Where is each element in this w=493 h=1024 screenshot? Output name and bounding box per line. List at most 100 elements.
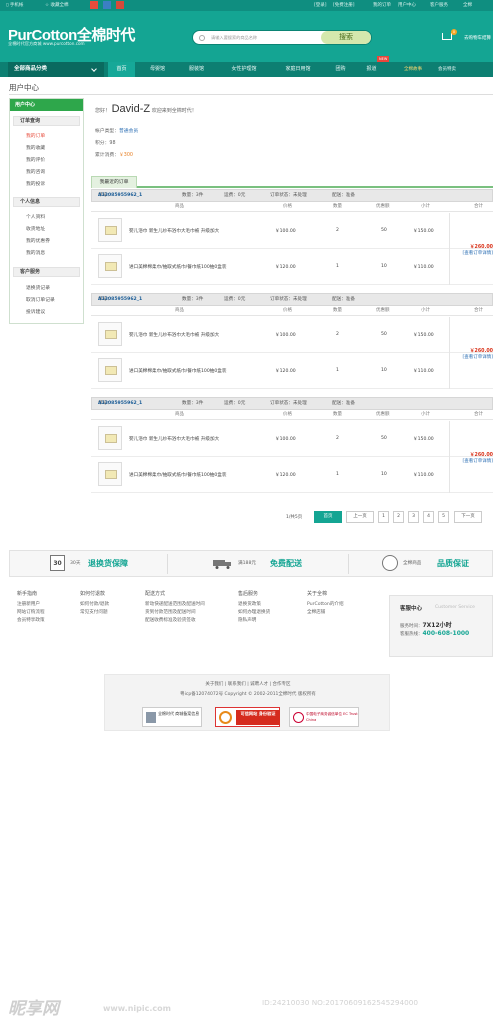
nav-item-women-care[interactable]: 女性护理馆: [220, 62, 268, 77]
col-subtotal: 小计: [421, 204, 430, 209]
mobile-link[interactable]: ▯ 手机帐: [6, 0, 23, 11]
product-name[interactable]: 婴儿浴巾 新生儿纱布浴巾大毛巾被 升级加大: [129, 332, 219, 338]
page-button-2[interactable]: 2: [393, 511, 404, 523]
footer-link[interactable]: 货到付款范围及配送时间: [145, 609, 205, 617]
footer-link[interactable]: 常见支付问题: [80, 609, 109, 617]
product-discount: 10: [381, 368, 387, 373]
ec-trust-icon: [293, 712, 304, 723]
divider: [9, 94, 493, 95]
product-thumbnail[interactable]: [98, 358, 122, 382]
login-link[interactable]: [登录]: [314, 0, 327, 11]
footer-link[interactable]: 如何办理退换货: [238, 609, 270, 617]
nav-item-member-sale[interactable]: 会员特卖: [432, 62, 462, 77]
product-image: [105, 330, 117, 339]
product-name[interactable]: 进口美棉棉柔巾/抽取式纸巾/餐巾纸100抽0盒装: [129, 472, 226, 478]
footer-link[interactable]: 配送收费标准及验货签收: [145, 617, 205, 625]
all-categories-menu[interactable]: 全部商品分类: [8, 62, 104, 77]
first-page-button[interactable]: 首页: [314, 511, 342, 523]
sidebar-item-favorites[interactable]: 我的收藏: [26, 144, 45, 151]
ec-trust-badge[interactable]: 中国电子商务诚信单位 EC Trust China: [289, 707, 359, 727]
page-button-5[interactable]: 5: [438, 511, 449, 523]
product-thumbnail[interactable]: [98, 254, 122, 278]
trusted-site-badge[interactable]: 可信网站 身份验证: [215, 707, 280, 727]
sidebar-item-inquiries[interactable]: 我的咨询: [26, 168, 45, 175]
page-button-1[interactable]: 1: [378, 511, 389, 523]
col-total: 合计: [474, 308, 483, 313]
page-button-3[interactable]: 3: [408, 511, 419, 523]
qq-icon[interactable]: [103, 1, 111, 9]
sidebar-item-messages[interactable]: 我的消息: [26, 249, 45, 256]
my-orders-link[interactable]: 我的订单: [373, 0, 391, 11]
nav-item-clothing[interactable]: 服装馆: [180, 62, 213, 77]
order-detail-link[interactable]: [查看订单详情]: [449, 458, 493, 464]
prev-page-button[interactable]: 上一页: [346, 511, 374, 523]
product-name[interactable]: 进口美棉棉柔巾/抽取式纸巾/餐巾纸100抽0盒装: [129, 264, 226, 270]
sidebar-item-profile[interactable]: 个人资料: [26, 213, 45, 220]
product-name[interactable]: 婴儿浴巾 新生儿纱布浴巾大毛巾被 升级加大: [129, 228, 219, 234]
cart[interactable]: 0 去购物车结算: [442, 29, 493, 47]
order-no-link[interactable]: A13085955962_1: [98, 398, 142, 410]
sidebar-item-reviews[interactable]: 我的评价: [26, 156, 45, 163]
nav-item-home[interactable]: 首页: [108, 62, 135, 77]
nav-item-group-buy[interactable]: 团购: [328, 62, 353, 77]
product-name[interactable]: 进口美棉棉柔巾/抽取式纸巾/餐巾纸100抽0盒装: [129, 368, 226, 374]
nav-item-story[interactable]: 全棉故事: [396, 62, 430, 77]
service-strip: 30 30天 退换货保障 满188元 免费配送 全棉商品 品质保证: [9, 550, 493, 577]
nav-item-home-goods[interactable]: 家庭日用馆: [274, 62, 322, 77]
sidebar-item-suggestions[interactable]: 投诉建议: [26, 308, 45, 315]
footer-link[interactable]: PurCotton的介绍: [307, 601, 344, 609]
footer-link[interactable]: 退换货政策: [238, 601, 270, 609]
footer-link[interactable]: 注册新用户: [17, 601, 45, 609]
order-block: 单号： A13085955962_1 数量：3件 运费：0元 订单状态：未处理 配送：准备…: [91, 397, 493, 493]
chevron-down-icon: [91, 66, 97, 72]
cart-label[interactable]: 去购物车结算: [464, 35, 491, 41]
footer-link[interactable]: 全棉店铺: [307, 609, 344, 617]
ec-trust-badge-text: 中国电子商务诚信单位 EC Trust China: [306, 712, 358, 722]
bottom-links[interactable]: 关于我们 | 联系我们 | 诚聘人才 | 合作专区: [105, 681, 391, 687]
footer-link[interactable]: 会员特享政策: [17, 617, 45, 625]
sidebar-item-my-orders[interactable]: 我的订单: [26, 132, 45, 139]
product-name[interactable]: 婴儿浴巾 新生儿纱布浴巾大毛巾被 升级加大: [129, 436, 219, 442]
product-thumbnail[interactable]: [98, 218, 122, 242]
table-row: 婴儿浴巾 新生儿纱布浴巾大毛巾被 升级加大 ￥100.00 2 50 ￥150.00: [91, 317, 493, 353]
trusted-badge-text: 可信网站 身份验证: [236, 710, 280, 725]
table-row: 进口美棉棉柔巾/抽取式纸巾/餐巾纸100抽0盒装 ￥120.00 1 10 ￥110.0…: [91, 457, 493, 493]
sidebar-item-address[interactable]: 收货地址: [26, 225, 45, 232]
footer-column: 关于全棉 PurCotton的介绍 全棉店铺: [307, 590, 344, 617]
favorite-link[interactable]: ☆ 收藏全棉: [45, 0, 68, 11]
page-button-4[interactable]: 4: [423, 511, 434, 523]
product-subtotal: ￥110.00: [413, 369, 434, 374]
product-thumbnail[interactable]: [98, 462, 122, 486]
footer-link[interactable]: 新动快递配送范围及配送时间: [145, 601, 205, 609]
product-discount: 10: [381, 264, 387, 269]
renren-icon[interactable]: [116, 1, 124, 9]
order-status: 订单状态：未处理: [270, 193, 307, 198]
nav-item-reports[interactable]: 报道: [359, 62, 384, 77]
footer-link[interactable]: 网站订购流程: [17, 609, 45, 617]
product-subtotal: ￥150.00: [413, 437, 434, 442]
customer-service-link[interactable]: 客户服务: [430, 0, 448, 11]
record-badge[interactable]: 全棉时代 商城备案信息: [142, 707, 202, 727]
register-link[interactable]: [免费注册]: [333, 0, 355, 11]
footer-link[interactable]: 如何付款/退款: [80, 601, 109, 609]
footer-link[interactable]: 隐私声明: [238, 617, 270, 625]
order-detail-link[interactable]: [查看订单详情]: [449, 250, 493, 256]
order-no-link[interactable]: A13085955962_1: [98, 294, 142, 306]
nav-item-baby[interactable]: 母婴馆: [141, 62, 174, 77]
search-button[interactable]: 搜索: [321, 31, 371, 44]
more-link[interactable]: 全棉: [463, 0, 472, 11]
user-center-link[interactable]: 用户中心: [398, 0, 416, 11]
quality-icon: [382, 555, 398, 571]
tab-recent-orders[interactable]: 我最近的订单: [91, 176, 137, 188]
next-page-button[interactable]: 下一页: [454, 511, 482, 523]
sidebar-item-cancelled[interactable]: 取消订单记录: [26, 296, 55, 303]
sidebar-item-coupons[interactable]: 我的优惠券: [26, 237, 50, 244]
product-thumbnail[interactable]: [98, 322, 122, 346]
sidebar-item-complaints[interactable]: 我的投诉: [26, 180, 45, 187]
search-input[interactable]: 请输入要搜索的商品名称: [211, 35, 257, 41]
order-no-link[interactable]: A13085955962_1: [98, 190, 142, 202]
weibo-icon[interactable]: [90, 1, 98, 9]
order-detail-link[interactable]: [查看订单详情]: [449, 354, 493, 360]
sidebar-item-returns[interactable]: 退换货记录: [26, 284, 50, 291]
product-thumbnail[interactable]: [98, 426, 122, 450]
